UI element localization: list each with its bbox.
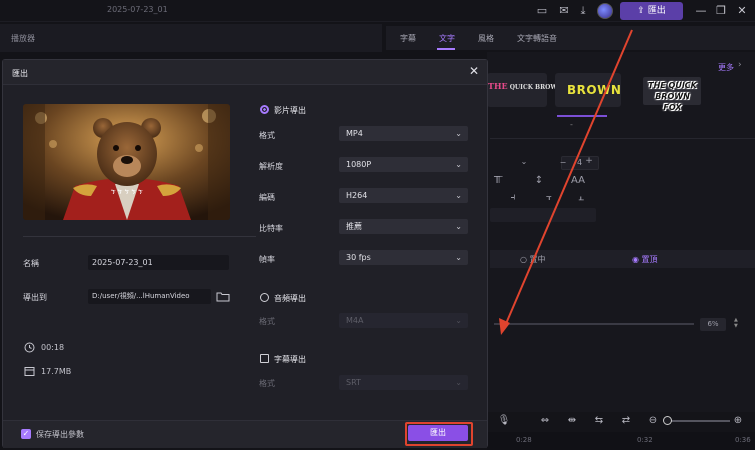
annotation-arrow — [499, 29, 633, 335]
